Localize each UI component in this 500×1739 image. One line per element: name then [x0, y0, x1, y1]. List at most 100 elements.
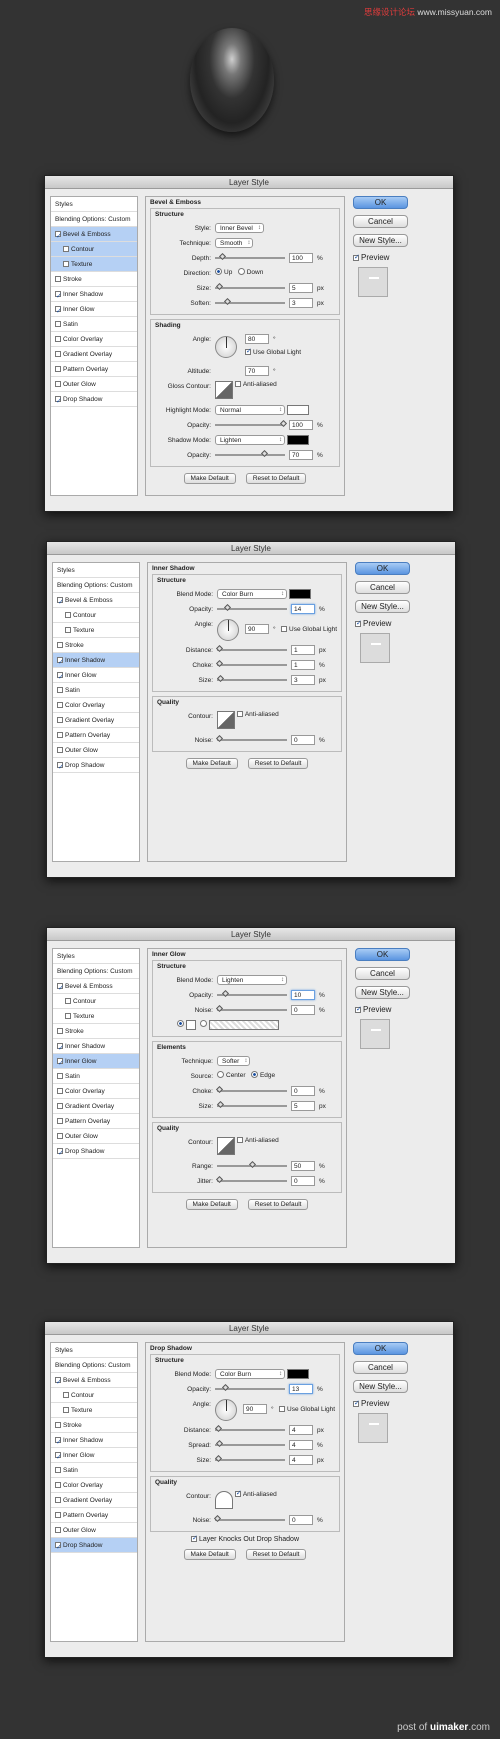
checkbox[interactable]: [57, 1088, 63, 1094]
style-drop-shadow[interactable]: Drop Shadow: [53, 1144, 139, 1159]
new-style-button[interactable]: New Style...: [355, 600, 410, 613]
blending-options[interactable]: Blending Options: Custom: [51, 1358, 137, 1373]
style-inner-shadow[interactable]: Inner Shadow: [51, 287, 137, 302]
slider-knob[interactable]: [214, 1424, 223, 1433]
cancel-button[interactable]: Cancel: [353, 1361, 408, 1374]
opacity-field[interactable]: 13: [289, 1384, 313, 1394]
choke-field[interactable]: 1: [291, 660, 315, 670]
ok-button[interactable]: OK: [355, 562, 410, 575]
opacity-slider[interactable]: [215, 419, 288, 428]
checkbox[interactable]: [57, 595, 64, 607]
technique-select[interactable]: Smooth: [215, 238, 254, 248]
spread-field[interactable]: 4: [289, 1440, 313, 1450]
opacity-slider[interactable]: [217, 603, 287, 612]
style-outer-glow[interactable]: Outer Glow: [53, 1129, 139, 1144]
checkbox[interactable]: [57, 1073, 63, 1079]
down-radio[interactable]: [237, 268, 245, 275]
preview-toggle[interactable]: Preview: [355, 619, 410, 628]
checkbox[interactable]: [234, 381, 241, 387]
checkbox[interactable]: [55, 1375, 62, 1387]
opacity-slider[interactable]: [215, 1383, 285, 1392]
style-color-overlay[interactable]: Color Overlay: [53, 698, 139, 713]
checkbox[interactable]: [245, 347, 252, 355]
checkbox[interactable]: [57, 702, 63, 708]
noise-field[interactable]: 0: [289, 1515, 313, 1525]
depth-slider[interactable]: [215, 252, 285, 261]
noise-field[interactable]: 0: [291, 735, 315, 745]
style-texture[interactable]: Texture: [51, 257, 137, 272]
style-bevel-emboss[interactable]: Bevel & Emboss: [51, 227, 137, 242]
checkbox[interactable]: [57, 732, 63, 738]
style-bevel-emboss[interactable]: Bevel & Emboss: [51, 1373, 137, 1388]
shadow-color-swatch[interactable]: [286, 435, 309, 445]
angle-dial[interactable]: [217, 619, 239, 641]
contour-curve-icon[interactable]: [217, 711, 235, 729]
checkbox[interactable]: [279, 1406, 285, 1412]
checkbox[interactable]: [55, 394, 62, 406]
style-satin[interactable]: Satin: [51, 317, 137, 332]
make-default-button[interactable]: Make Default: [185, 758, 238, 769]
angle-field[interactable]: 90: [243, 1404, 267, 1414]
blend-mode-select[interactable]: Color Burn: [217, 589, 287, 599]
style-contour[interactable]: Contour: [53, 608, 139, 623]
style-inner-glow[interactable]: Inner Glow: [51, 302, 137, 317]
new-style-button[interactable]: New Style...: [355, 986, 410, 999]
global-light-toggle[interactable]: Use Global Light: [279, 1406, 335, 1413]
range-slider[interactable]: [217, 1160, 287, 1169]
style-inner-shadow[interactable]: Inner Shadow: [53, 1039, 139, 1054]
style-color-overlay[interactable]: Color Overlay: [53, 1084, 139, 1099]
size-field[interactable]: 5: [291, 1101, 315, 1111]
slider-knob[interactable]: [223, 297, 232, 306]
style-gradient-overlay[interactable]: Gradient Overlay: [51, 347, 137, 362]
global-light-toggle[interactable]: Use Global Light: [281, 626, 337, 633]
checkbox[interactable]: [353, 1399, 360, 1407]
checkbox[interactable]: [55, 1497, 61, 1503]
styles-header[interactable]: Styles: [51, 1343, 137, 1358]
distance-slider[interactable]: [215, 644, 287, 653]
blending-options[interactable]: Blending Options: Custom: [53, 578, 139, 593]
style-bevel-emboss[interactable]: Bevel & Emboss: [53, 593, 139, 608]
style-satin[interactable]: Satin: [53, 683, 139, 698]
style-drop-shadow[interactable]: Drop Shadow: [51, 392, 137, 407]
style-stroke[interactable]: Stroke: [51, 272, 137, 287]
noise-field[interactable]: 0: [291, 1005, 315, 1015]
style-gradient-overlay[interactable]: Gradient Overlay: [53, 1099, 139, 1114]
blending-options[interactable]: Blending Options: Custom: [51, 212, 137, 227]
checkbox[interactable]: [236, 711, 243, 717]
style-bevel-emboss[interactable]: Bevel & Emboss: [53, 979, 139, 994]
checkbox[interactable]: [57, 1041, 64, 1053]
slider-knob[interactable]: [215, 644, 224, 653]
distance-field[interactable]: 4: [289, 1425, 313, 1435]
edge-radio[interactable]: [250, 1071, 258, 1078]
checkbox[interactable]: [57, 655, 64, 667]
checkbox[interactable]: [57, 642, 63, 648]
checkbox[interactable]: [65, 998, 71, 1004]
size-slider[interactable]: [214, 1454, 285, 1463]
style-texture[interactable]: Texture: [51, 1403, 137, 1418]
style-texture[interactable]: Texture: [53, 1009, 139, 1024]
highlight-opacity-field[interactable]: 100: [289, 420, 313, 430]
style-pattern-overlay[interactable]: Pattern Overlay: [53, 1114, 139, 1129]
angle-field[interactable]: 80: [245, 334, 269, 344]
slider-knob[interactable]: [215, 282, 224, 291]
distance-slider[interactable]: [214, 1424, 285, 1433]
new-style-button[interactable]: New Style...: [353, 1380, 408, 1393]
checkbox[interactable]: [63, 1407, 69, 1413]
checkbox[interactable]: [55, 304, 62, 316]
highlight-mode-select[interactable]: Normal: [215, 405, 285, 415]
size-slider[interactable]: [215, 282, 285, 291]
styles-header[interactable]: Styles: [53, 949, 139, 964]
global-light-toggle[interactable]: Use Global Light: [245, 347, 301, 356]
glow-color-swatch[interactable]: [186, 1020, 196, 1030]
checkbox[interactable]: [57, 1056, 64, 1068]
angle-field[interactable]: 90: [245, 624, 269, 634]
style-stroke[interactable]: Stroke: [53, 1024, 139, 1039]
altitude-field[interactable]: 70: [245, 366, 269, 376]
checkbox[interactable]: [57, 1028, 63, 1034]
style-pattern-overlay[interactable]: Pattern Overlay: [51, 362, 137, 377]
depth-field[interactable]: 100: [289, 253, 313, 263]
new-style-button[interactable]: New Style...: [353, 234, 408, 247]
make-default-button[interactable]: Make Default: [183, 473, 236, 484]
style-contour[interactable]: Contour: [51, 242, 137, 257]
checkbox[interactable]: [353, 253, 360, 261]
